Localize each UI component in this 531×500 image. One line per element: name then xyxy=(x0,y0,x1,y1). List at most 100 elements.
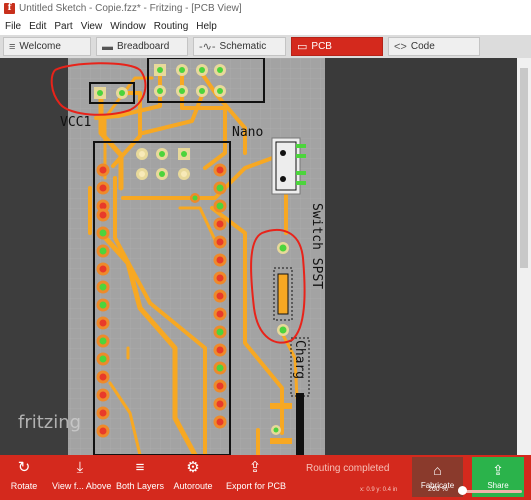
factory-icon: ⌂ xyxy=(433,462,442,478)
pin-hole xyxy=(99,391,107,399)
export-for-pcb-button[interactable]: ⇪ Export for PCB xyxy=(226,455,287,500)
pcb-canvas[interactable]: VCC1 Nano Switch SPST Charg fritzing xyxy=(0,58,531,455)
pcb-drawing[interactable]: VCC1 Nano Switch SPST Charg fritzing xyxy=(0,58,531,455)
view-from-above-button[interactable]: ⤓ View f... Above xyxy=(52,455,112,500)
menu-help[interactable]: Help xyxy=(196,21,217,32)
pin-hole xyxy=(99,283,107,291)
pin-hole xyxy=(216,292,224,300)
tab-breadboard[interactable]: ▬ Breadboard xyxy=(96,37,188,56)
share-icon: ⇪ xyxy=(492,462,504,478)
nano-left-pins[interactable] xyxy=(96,163,110,438)
bottom-toolbar: ↻ Rotate ⤓ View f... Above ≡ Both Layers… xyxy=(0,455,531,500)
zoom-slider[interactable] xyxy=(458,490,522,493)
layers-icon: ≡ xyxy=(135,459,145,476)
tab-code[interactable]: <> Code xyxy=(388,37,480,56)
pcb-icon: ▭ xyxy=(297,41,308,53)
pad-hole xyxy=(217,67,223,73)
rotate-button[interactable]: ↻ Rotate xyxy=(6,455,42,500)
export-icon: ⇪ xyxy=(248,459,262,476)
pin-hole xyxy=(216,274,224,282)
pad-hole xyxy=(217,88,223,94)
workspace-background xyxy=(325,58,517,455)
vcc-label: VCC1 xyxy=(60,115,91,130)
scrollbar-thumb[interactable] xyxy=(520,68,528,268)
pin-hole xyxy=(99,301,107,309)
pin-hole xyxy=(99,337,107,345)
pad-hole xyxy=(199,67,205,73)
pad[interactable] xyxy=(296,171,306,175)
pin-hole xyxy=(99,229,107,237)
tab-label: Code xyxy=(410,41,435,52)
pin-hole xyxy=(99,265,107,273)
view-from-above-label: View f... Above xyxy=(52,481,112,491)
pin-hole xyxy=(216,418,224,426)
switch-label: Switch SPST xyxy=(309,203,324,289)
pad[interactable] xyxy=(296,154,306,158)
pad[interactable] xyxy=(270,403,292,409)
zoom-level: 260 % xyxy=(428,486,448,493)
pad[interactable] xyxy=(270,438,292,444)
pin-hole xyxy=(216,256,224,264)
pin-hole xyxy=(216,310,224,318)
view-tab-bar: ≡ Welcome ▬ Breadboard -∿- Schematic ▭ P… xyxy=(0,35,531,58)
window-title: Untitled Sketch - Copie.fzz* - Fritzing … xyxy=(19,3,242,14)
pin-hole xyxy=(216,382,224,390)
pad-hole xyxy=(119,90,125,96)
routing-status: Routing completed xyxy=(306,463,390,474)
pin-hole xyxy=(216,166,224,174)
tab-welcome[interactable]: ≡ Welcome xyxy=(3,37,91,56)
charge-connector-body[interactable] xyxy=(296,393,304,455)
pin-hole xyxy=(216,184,224,192)
fritzing-app-icon: f xyxy=(4,3,15,14)
menu-window[interactable]: Window xyxy=(110,21,146,32)
nano-label: Nano xyxy=(232,125,263,140)
export-for-pcb-label: Export for PCB xyxy=(226,481,287,491)
pin-hole xyxy=(99,355,107,363)
pad-hole xyxy=(179,88,185,94)
pin-hole xyxy=(216,328,224,336)
tab-schematic[interactable]: -∿- Schematic xyxy=(193,37,286,56)
switch-pin[interactable] xyxy=(280,150,286,156)
tab-label: Breadboard xyxy=(117,41,170,52)
tab-pcb[interactable]: ▭ PCB xyxy=(291,37,383,56)
both-layers-button[interactable]: ≡ Both Layers xyxy=(116,455,164,500)
tab-label: Welcome xyxy=(19,41,61,52)
menu-file[interactable]: File xyxy=(5,21,21,32)
menu-view[interactable]: View xyxy=(81,21,103,32)
pad-hole xyxy=(97,90,103,96)
pin-hole xyxy=(216,238,224,246)
menu-bar: File Edit Part View Window Routing Help xyxy=(0,17,531,35)
resistor-body[interactable] xyxy=(277,273,289,315)
welcome-icon: ≡ xyxy=(9,40,16,53)
tab-label: Schematic xyxy=(219,41,267,52)
pad-hole xyxy=(179,67,185,73)
pin-hole xyxy=(99,409,107,417)
pad-hole xyxy=(159,171,165,177)
rotate-icon: ↻ xyxy=(17,459,31,476)
pad-hole xyxy=(139,171,145,177)
pin-hole xyxy=(99,427,107,435)
pin-hole xyxy=(99,184,107,192)
rotate-label: Rotate xyxy=(10,481,38,491)
menu-part[interactable]: Part xyxy=(54,21,72,32)
breadboard-icon: ▬ xyxy=(102,40,113,53)
pad-hole xyxy=(199,88,205,94)
switch-pin[interactable] xyxy=(280,176,286,182)
pin-hole xyxy=(99,166,107,174)
schematic-icon: -∿- xyxy=(199,41,216,53)
autoroute-button[interactable]: ⚙ Autoroute xyxy=(172,455,214,500)
pad[interactable] xyxy=(296,181,306,185)
nano-right-pins[interactable] xyxy=(213,163,227,429)
pad-hole xyxy=(157,88,163,94)
menu-edit[interactable]: Edit xyxy=(29,21,46,32)
pad-hole xyxy=(181,171,187,177)
share-label: Share xyxy=(487,481,509,490)
pad[interactable] xyxy=(296,144,306,148)
tab-label: PCB xyxy=(311,41,332,52)
zoom-slider-handle[interactable] xyxy=(458,486,467,495)
pad-hole xyxy=(279,244,287,252)
charge-label: Charg xyxy=(292,340,307,379)
pin-hole xyxy=(99,202,107,210)
pin-hole xyxy=(216,220,224,228)
menu-routing[interactable]: Routing xyxy=(154,21,188,32)
